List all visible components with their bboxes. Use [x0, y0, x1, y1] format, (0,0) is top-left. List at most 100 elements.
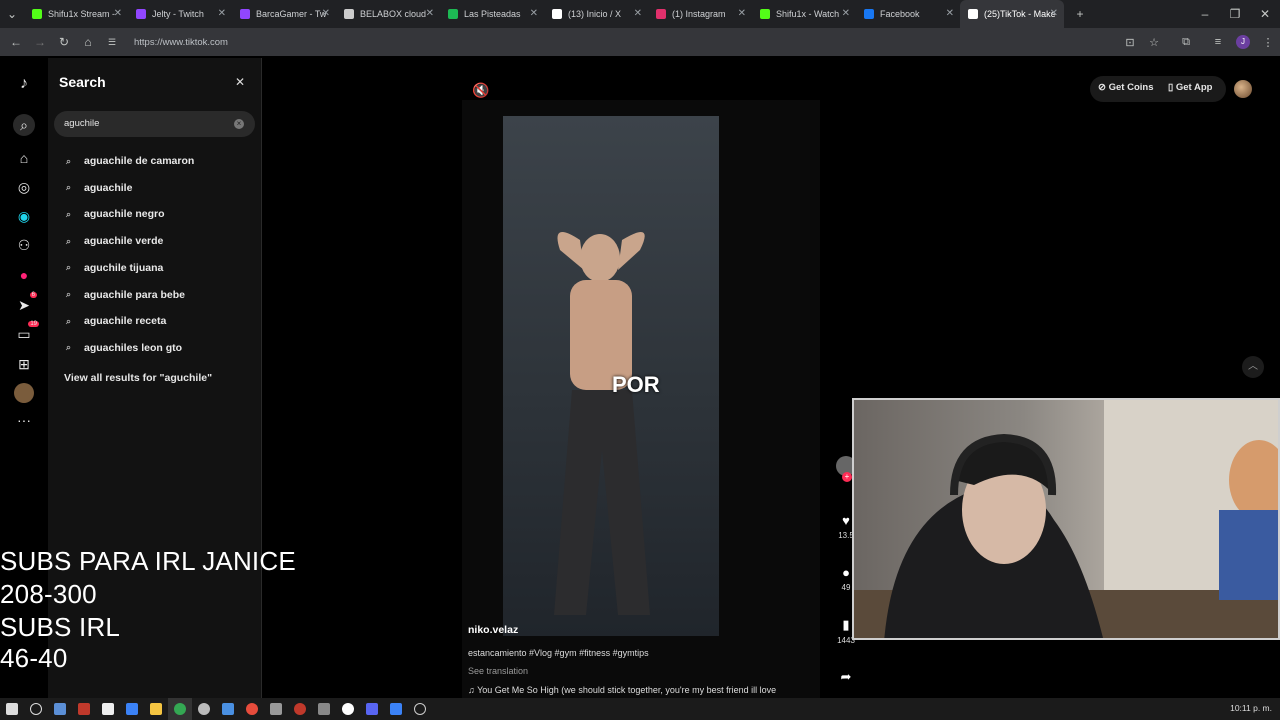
url-field[interactable]: https://www.tiktok.com [134, 37, 228, 48]
profile-icon[interactable] [14, 383, 34, 403]
chrome-icon[interactable] [168, 698, 192, 720]
app-icon[interactable] [408, 698, 432, 720]
video-person-figure [554, 232, 650, 615]
steam-icon[interactable] [48, 698, 72, 720]
bookmark-star-icon[interactable]: ☆ [1142, 36, 1166, 49]
search-suggestion[interactable]: ⌕ aguachile receta [66, 312, 166, 330]
browser-tab[interactable]: Jelty - Twitch ✕ [128, 0, 232, 28]
extensions-icon[interactable]: ⧉ [1174, 36, 1198, 49]
install-app-icon[interactable]: ⊡ [1118, 36, 1142, 49]
browser-tab[interactable]: BarcaGamer - Tw ✕ [232, 0, 336, 28]
get-app-button[interactable]: ▯ Get App [1168, 82, 1212, 93]
video-music[interactable]: ♫ You Get Me So High (we should stick to… [468, 685, 776, 695]
app-icon[interactable] [336, 698, 360, 720]
tab-close-icon[interactable]: ✕ [842, 8, 850, 19]
home-icon[interactable]: ⌂ [76, 35, 100, 49]
discord-icon[interactable] [360, 698, 384, 720]
reload-icon[interactable]: ↻ [52, 35, 76, 49]
browser-tab[interactable]: (25)TikTok - Make ✕ [960, 0, 1064, 28]
user-avatar[interactable] [1234, 80, 1252, 98]
get-coins-button[interactable]: ⊘ Get Coins [1098, 82, 1153, 93]
follow-plus-icon[interactable]: + [842, 472, 852, 482]
video-author[interactable]: niko.velaz [468, 624, 518, 636]
tab-close-icon[interactable]: ✕ [1050, 8, 1058, 19]
browser-tab[interactable]: Shifu1x - Watch ✕ [752, 0, 856, 28]
inbox-badge: 19 [28, 321, 39, 327]
search-suggestion[interactable]: ⌕ aguachile negro [66, 205, 165, 223]
app-icon[interactable] [72, 698, 96, 720]
restore-icon[interactable]: ❐ [1220, 7, 1250, 21]
search-suggestion[interactable]: ⌕ aguachiles leon gto [66, 339, 182, 357]
tab-close-icon[interactable]: ✕ [426, 8, 434, 19]
explore-icon[interactable]: ◎ [14, 177, 34, 197]
app-icon[interactable] [384, 698, 408, 720]
forward-icon[interactable]: → [28, 35, 52, 49]
search-input[interactable] [64, 118, 224, 129]
browser-menu-icon[interactable]: ⋮ [1256, 36, 1280, 49]
tab-close-icon[interactable]: ✕ [946, 8, 954, 19]
minimize-icon[interactable]: – [1190, 7, 1220, 21]
app-icon[interactable] [240, 698, 264, 720]
tab-close-icon[interactable]: ✕ [738, 8, 746, 19]
get-coins-label: Get Coins [1108, 82, 1154, 93]
app-icon[interactable] [264, 698, 288, 720]
creator-avatar-icon[interactable]: ● [14, 265, 34, 285]
live-icon[interactable]: ◉ [14, 206, 34, 226]
search-icon: ⌕ [66, 208, 72, 219]
file-icon[interactable] [96, 698, 120, 720]
tab-close-icon[interactable]: ✕ [530, 8, 538, 19]
search-suggestion[interactable]: ⌕ aguchile tijuana [66, 259, 163, 277]
tab-close-icon[interactable]: ✕ [634, 8, 642, 19]
explorer-icon[interactable] [144, 698, 168, 720]
window-close-icon[interactable]: ✕ [1250, 7, 1280, 21]
clear-search-icon[interactable]: × [234, 119, 244, 129]
share-button[interactable]: ➦ [836, 669, 856, 685]
site-info-icon[interactable]: ☰ [100, 37, 124, 48]
tab-close-icon[interactable]: ✕ [322, 8, 330, 19]
search-suggestion[interactable]: ⌕ aguachile verde [66, 232, 163, 250]
phone-icon: ▯ [1168, 82, 1176, 93]
new-tab-icon[interactable]: + [1068, 7, 1092, 21]
taskbar-search-icon[interactable] [24, 698, 48, 720]
tab-close-icon[interactable]: ✕ [218, 8, 226, 19]
tab-label: BELABOX cloud [360, 9, 427, 19]
close-search-icon[interactable]: ✕ [232, 74, 248, 90]
see-translation-link[interactable]: See translation [468, 666, 528, 676]
app-icon[interactable] [288, 698, 312, 720]
browser-tab[interactable]: BELABOX cloud ✕ [336, 0, 440, 28]
taskbar-clock[interactable]: 10:11 p. m. [1230, 703, 1272, 713]
messages-icon[interactable]: ➤ 6 [14, 292, 37, 315]
browser-tab[interactable]: (13) Inicio / X ✕ [544, 0, 648, 28]
browser-tab[interactable]: Las Pisteadas ✕ [440, 0, 544, 28]
view-all-results-link[interactable]: View all results for "aguchile" [64, 372, 212, 384]
start-icon[interactable] [0, 698, 24, 720]
search-icon: ⌕ [66, 289, 72, 299]
tab-close-icon[interactable]: ✕ [114, 8, 122, 19]
more-icon[interactable]: ··· [14, 410, 34, 430]
suggestion-label: aguachile [84, 181, 133, 194]
video-caption-overlay: POR [612, 372, 660, 397]
friends-icon[interactable]: ⚇ [14, 235, 34, 255]
browser-tab[interactable]: Facebook ✕ [856, 0, 960, 28]
home-icon[interactable]: ⌂ [14, 148, 34, 168]
search-suggestion[interactable]: ⌕ aguachile [66, 179, 132, 197]
search-suggestion[interactable]: ⌕ aguachile de camaron [66, 152, 194, 170]
search-suggestion[interactable]: ⌕ aguachile para bebe [66, 286, 185, 304]
media-control-icon[interactable]: ≡ [1206, 36, 1230, 48]
browser-tab[interactable]: Shifu1x Stream - ✕ [24, 0, 128, 28]
back-icon[interactable]: ← [4, 35, 28, 49]
profile-avatar[interactable]: J [1236, 35, 1250, 49]
tiktok-logo-icon[interactable]: ♪ [14, 74, 34, 94]
search-icon[interactable]: ⌕ [13, 114, 35, 136]
previous-video-icon[interactable]: ︿ [1242, 356, 1264, 378]
browser-tab[interactable]: (1) Instagram ✕ [648, 0, 752, 28]
app-icon[interactable] [216, 698, 240, 720]
muted-speaker-icon[interactable]: 🔇 [472, 82, 489, 99]
app-icon[interactable] [312, 698, 336, 720]
tab-favicon-icon [344, 9, 354, 19]
upload-icon[interactable]: ⊞ [14, 354, 34, 374]
app-icon[interactable] [192, 698, 216, 720]
inbox-icon[interactable]: ▭ 19 [14, 321, 39, 344]
tab-list-icon[interactable]: ⌄ [0, 7, 24, 21]
media-icon[interactable] [120, 698, 144, 720]
